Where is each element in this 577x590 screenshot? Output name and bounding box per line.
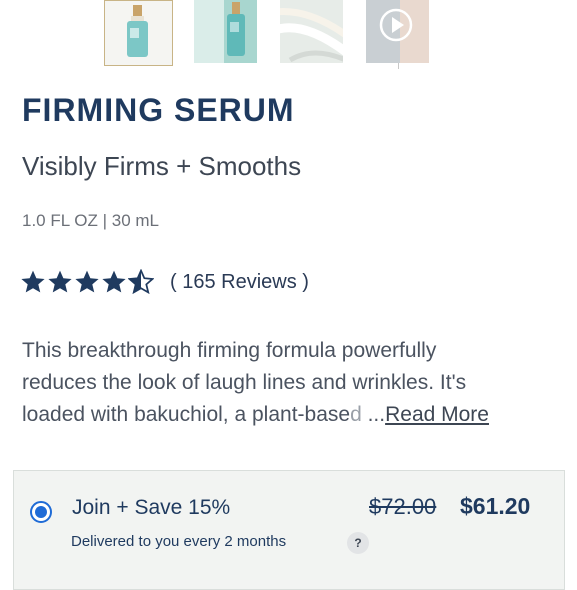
product-rating[interactable]: ( 165 Reviews ) xyxy=(20,267,309,297)
star-half-icon xyxy=(128,269,154,295)
help-icon[interactable]: ? xyxy=(347,532,369,554)
description-line: reduces the look of laugh lines and wrin… xyxy=(22,371,467,394)
star-rating xyxy=(20,269,154,295)
thumbnail-video[interactable] xyxy=(366,0,429,63)
thumbnail-bottle-front[interactable] xyxy=(104,0,173,66)
gallery-scroll-indicator xyxy=(398,63,399,69)
subscription-label: Join + Save 15% xyxy=(72,496,231,519)
reviews-link[interactable]: ( 165 Reviews ) xyxy=(170,271,309,294)
product-subtitle: Visibly Firms + Smooths xyxy=(22,151,302,181)
description-line: This breakthrough firming formula powerf… xyxy=(22,339,437,362)
product-title: FIRMING SERUM xyxy=(22,92,295,128)
star-full-icon xyxy=(21,270,45,293)
description-line: loaded with bakuchiol, a plant-based ...… xyxy=(22,403,489,426)
star-full-icon xyxy=(48,270,72,293)
star-full-icon xyxy=(75,270,99,293)
subscription-radio[interactable] xyxy=(30,501,52,523)
thumbnail-serum-texture[interactable] xyxy=(280,0,343,63)
original-price: $72.00 xyxy=(369,494,437,519)
sale-price: $61.20 xyxy=(460,493,531,519)
product-description: This breakthrough firming formula powerf… xyxy=(22,335,567,431)
play-icon[interactable] xyxy=(366,0,429,63)
product-size: 1.0 FL OZ | 30 mL xyxy=(22,211,160,230)
delivery-frequency: Delivered to you every 2 months xyxy=(71,533,287,550)
star-full-icon xyxy=(102,270,126,293)
read-more-link[interactable]: Read More xyxy=(385,403,489,426)
thumbnail-bottle-teal[interactable] xyxy=(194,0,257,63)
subscription-option[interactable]: Join + Save 15% $72.00 $61.20 Delivered … xyxy=(13,470,565,590)
